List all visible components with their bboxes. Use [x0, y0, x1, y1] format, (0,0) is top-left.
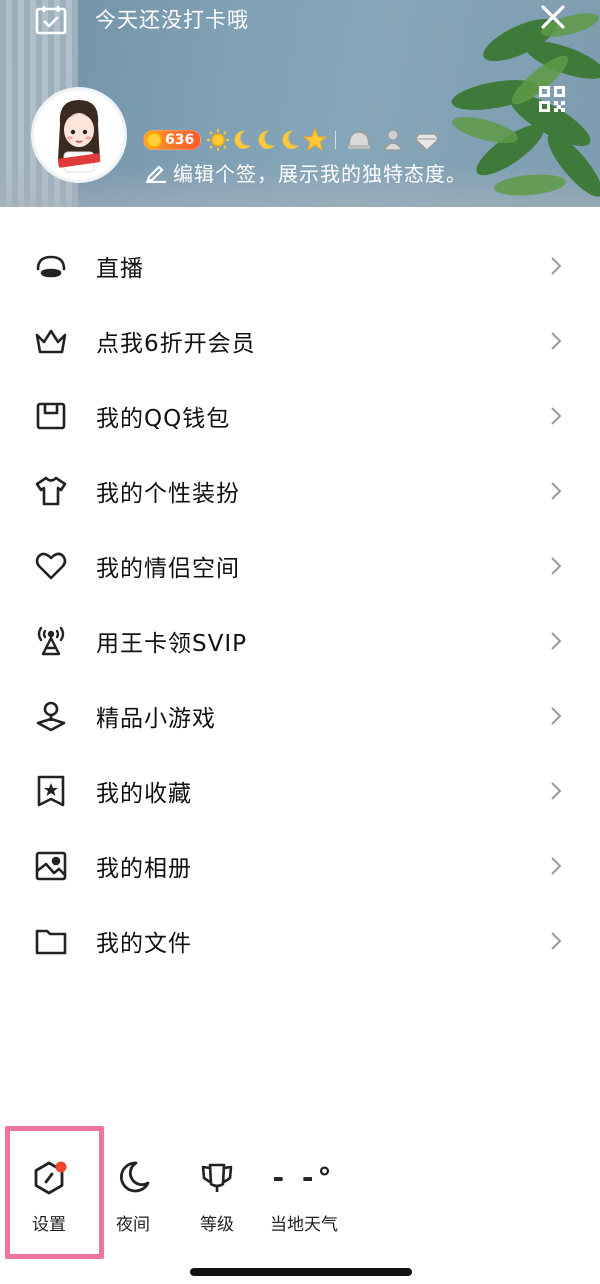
menu-item-live[interactable]: 直播	[0, 228, 600, 303]
moon-level-icon	[282, 130, 300, 149]
vip-value: 636	[165, 132, 195, 148]
chevron-right-icon	[551, 631, 562, 650]
qq-level-icons[interactable]	[207, 128, 328, 152]
level-trophy-icon	[201, 1163, 233, 1192]
menu-item-files[interactable]: 我的文件	[0, 903, 600, 978]
menu-label: 我的个性装扮	[96, 480, 240, 507]
menu-label: 我的相册	[96, 855, 192, 882]
calendar-check-icon[interactable]	[34, 4, 68, 36]
menu-item-dressup[interactable]: 我的个性装扮	[0, 453, 600, 528]
level-button[interactable]: 等级	[184, 1150, 250, 1235]
medal-diamond-icon	[414, 133, 441, 152]
chevron-right-icon	[551, 556, 562, 575]
moon-level-icon	[234, 130, 252, 149]
badge-row[interactable]: 636	[143, 128, 441, 152]
highlight-box	[5, 1126, 104, 1259]
menu-item-games[interactable]: 精品小游戏	[0, 678, 600, 753]
menu-item-kingcard[interactable]: 用王卡领SVIP	[0, 603, 600, 678]
menu-label: 我的文件	[96, 930, 192, 957]
night-label: 夜间	[116, 1215, 150, 1235]
medal-icons[interactable]	[346, 128, 441, 152]
menu-label: 我的收藏	[96, 780, 192, 807]
heart-icon	[33, 548, 69, 584]
chevron-right-icon	[551, 706, 562, 725]
weather-temperature: - -°	[272, 1161, 336, 1194]
weather-label: 当地天气	[270, 1215, 338, 1235]
menu-item-album[interactable]: 我的相册	[0, 828, 600, 903]
level-label: 等级	[200, 1215, 234, 1235]
menu-label: 精品小游戏	[96, 705, 216, 732]
menu-label: 直播	[96, 255, 144, 282]
chevron-right-icon	[551, 481, 562, 500]
weather-button[interactable]: - -° 当地天气	[262, 1150, 346, 1235]
chevron-right-icon	[551, 406, 562, 425]
menu-item-wallet[interactable]: 我的QQ钱包	[0, 378, 600, 453]
medal-helmet-icon	[348, 131, 371, 149]
signature-text: 编辑个签，展示我的独特态度。	[173, 161, 467, 186]
sun-level-icon	[207, 129, 230, 151]
chevron-right-icon	[551, 331, 562, 350]
folder-icon	[33, 923, 69, 959]
game-location-icon	[33, 698, 69, 734]
star-level-icon	[303, 128, 328, 152]
avatar-girl-illustration	[57, 100, 101, 173]
chevron-right-icon	[551, 931, 562, 950]
chevron-right-icon	[551, 856, 562, 875]
qr-code-icon[interactable]	[537, 84, 567, 114]
menu-label: 我的情侣空间	[96, 555, 240, 582]
photo-album-icon	[33, 848, 69, 884]
night-mode-button[interactable]: 夜间	[100, 1150, 166, 1235]
chevron-right-icon	[551, 256, 562, 275]
vip-badge[interactable]: 636	[143, 130, 202, 150]
profile-header: 今天还没打卡哦 636 编辑个签，展示我的独特态度。	[0, 0, 600, 207]
coin-icon	[146, 132, 162, 148]
menu-label: 用王卡领SVIP	[96, 630, 247, 657]
menu-item-vip[interactable]: 点我6折开会员	[0, 303, 600, 378]
wallet-icon	[33, 398, 69, 434]
medal-figure-icon	[382, 129, 404, 151]
close-icon[interactable]	[538, 2, 568, 32]
chevron-right-icon	[551, 781, 562, 800]
drawer-menu: 直播 点我6折开会员 我的QQ钱包 我的个性装扮 我的情侣空间 用王卡领SVIP…	[0, 228, 600, 978]
crown-icon	[33, 323, 69, 359]
checkin-prompt[interactable]: 今天还没打卡哦	[95, 4, 249, 34]
shirt-icon	[33, 473, 69, 509]
home-indicator	[190, 1268, 412, 1276]
menu-item-couple[interactable]: 我的情侣空间	[0, 528, 600, 603]
signal-tower-icon	[33, 623, 69, 659]
live-icon	[33, 248, 69, 284]
bookmark-star-icon	[33, 773, 69, 809]
signature-editor[interactable]: 编辑个签，展示我的独特态度。	[145, 158, 467, 186]
moon-level-icon	[258, 130, 276, 149]
menu-label: 点我6折开会员	[96, 330, 256, 357]
pencil-icon	[145, 165, 167, 183]
menu-label: 我的QQ钱包	[96, 405, 231, 432]
divider	[335, 131, 337, 149]
avatar[interactable]	[31, 87, 127, 183]
menu-item-favorites[interactable]: 我的收藏	[0, 753, 600, 828]
moon-icon	[120, 1161, 150, 1193]
